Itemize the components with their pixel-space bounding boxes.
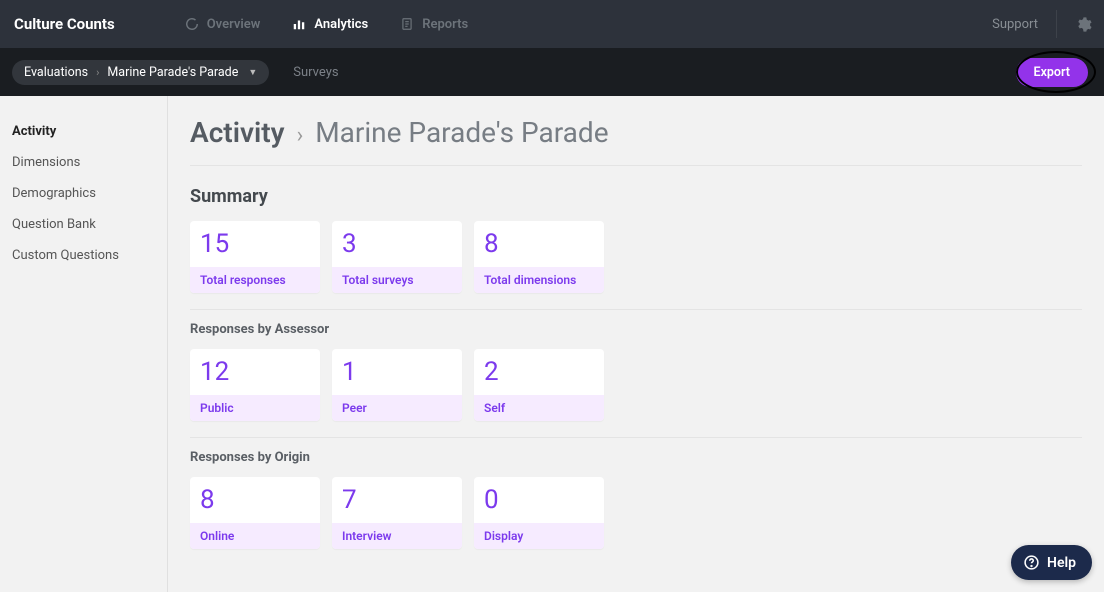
help-widget[interactable]: Help bbox=[1011, 545, 1092, 580]
stat-value: 8 bbox=[474, 221, 604, 267]
stat-card-public: 12 Public bbox=[190, 349, 320, 421]
surveys-link[interactable]: Surveys bbox=[293, 65, 338, 80]
divider bbox=[1056, 10, 1057, 38]
chevron-right-icon: › bbox=[297, 123, 304, 148]
nav-items: Overview Analytics Reports bbox=[185, 17, 468, 32]
bar-chart-icon bbox=[292, 17, 306, 31]
origin-heading: Responses by Origin bbox=[190, 450, 1082, 465]
sidebar-item-activity[interactable]: Activity bbox=[10, 116, 157, 147]
origin-cards: 8 Online 7 Interview 0 Display bbox=[190, 477, 1082, 549]
sidebar-item-question-bank[interactable]: Question Bank bbox=[10, 209, 157, 240]
gear-icon bbox=[1075, 16, 1092, 33]
stat-card-total-dimensions: 8 Total dimensions bbox=[474, 221, 604, 293]
settings-button[interactable] bbox=[1075, 16, 1092, 33]
summary-cards: 15 Total responses 3 Total surveys 8 Tot… bbox=[190, 221, 1082, 293]
sidebar-item-dimensions[interactable]: Dimensions bbox=[10, 147, 157, 178]
stat-value: 1 bbox=[332, 349, 462, 395]
stat-card-display: 0 Display bbox=[474, 477, 604, 549]
stat-label: Online bbox=[190, 523, 320, 549]
stat-card-total-responses: 15 Total responses bbox=[190, 221, 320, 293]
sidebar-item-custom-questions[interactable]: Custom Questions bbox=[10, 240, 157, 271]
stat-value: 12 bbox=[190, 349, 320, 395]
stat-card-online: 8 Online bbox=[190, 477, 320, 549]
stat-card-self: 2 Self bbox=[474, 349, 604, 421]
caret-down-icon: ▼ bbox=[248, 67, 257, 78]
stat-label: Display bbox=[474, 523, 604, 549]
stat-label: Public bbox=[190, 395, 320, 421]
crumb-evaluations: Evaluations bbox=[24, 65, 88, 80]
stat-label: Peer bbox=[332, 395, 462, 421]
stat-label: Total responses bbox=[190, 267, 320, 293]
stat-value: 15 bbox=[190, 221, 320, 267]
page-title: Activity bbox=[190, 116, 285, 149]
stat-value: 7 bbox=[332, 477, 462, 523]
chevron-right-icon: › bbox=[96, 66, 99, 79]
assessor-heading: Responses by Assessor bbox=[190, 322, 1082, 337]
stat-card-total-surveys: 3 Total surveys bbox=[332, 221, 462, 293]
export-button[interactable]: Export bbox=[1016, 58, 1088, 87]
help-icon bbox=[1023, 554, 1040, 571]
document-icon bbox=[400, 17, 414, 31]
stat-value: 2 bbox=[474, 349, 604, 395]
stat-label: Total dimensions bbox=[474, 267, 604, 293]
stat-label: Self bbox=[474, 395, 604, 421]
stat-value: 3 bbox=[332, 221, 462, 267]
page-subtitle: Marine Parade's Parade bbox=[315, 116, 608, 149]
refresh-icon bbox=[185, 17, 199, 31]
divider bbox=[190, 309, 1082, 310]
main-content: Activity › Marine Parade's Parade Summar… bbox=[168, 96, 1104, 592]
divider bbox=[190, 437, 1082, 438]
stat-card-interview: 7 Interview bbox=[332, 477, 462, 549]
top-nav: Culture Counts Overview Analytics Report… bbox=[0, 0, 1104, 48]
nav-reports[interactable]: Reports bbox=[400, 17, 468, 32]
sidebar: Activity Dimensions Demographics Questio… bbox=[0, 96, 168, 592]
nav-analytics[interactable]: Analytics bbox=[292, 17, 368, 32]
stat-label: Total surveys bbox=[332, 267, 462, 293]
stat-value: 0 bbox=[474, 477, 604, 523]
help-label: Help bbox=[1047, 555, 1076, 571]
breadcrumb[interactable]: Evaluations › Marine Parade's Parade ▼ bbox=[12, 60, 269, 85]
crumb-evaluation-name: Marine Parade's Parade bbox=[107, 65, 238, 80]
stat-label: Interview bbox=[332, 523, 462, 549]
brand-logo[interactable]: Culture Counts bbox=[14, 15, 115, 33]
assessor-cards: 12 Public 1 Peer 2 Self bbox=[190, 349, 1082, 421]
stat-card-peer: 1 Peer bbox=[332, 349, 462, 421]
support-link[interactable]: Support bbox=[992, 17, 1038, 32]
summary-heading: Summary bbox=[190, 186, 1082, 207]
content-wrap: Activity Dimensions Demographics Questio… bbox=[0, 96, 1104, 592]
sub-nav: Evaluations › Marine Parade's Parade ▼ S… bbox=[0, 48, 1104, 96]
nav-right: Support bbox=[992, 10, 1092, 38]
nav-overview[interactable]: Overview bbox=[185, 17, 261, 32]
stat-value: 8 bbox=[190, 477, 320, 523]
page-heading: Activity › Marine Parade's Parade bbox=[190, 116, 1082, 166]
sidebar-item-demographics[interactable]: Demographics bbox=[10, 178, 157, 209]
